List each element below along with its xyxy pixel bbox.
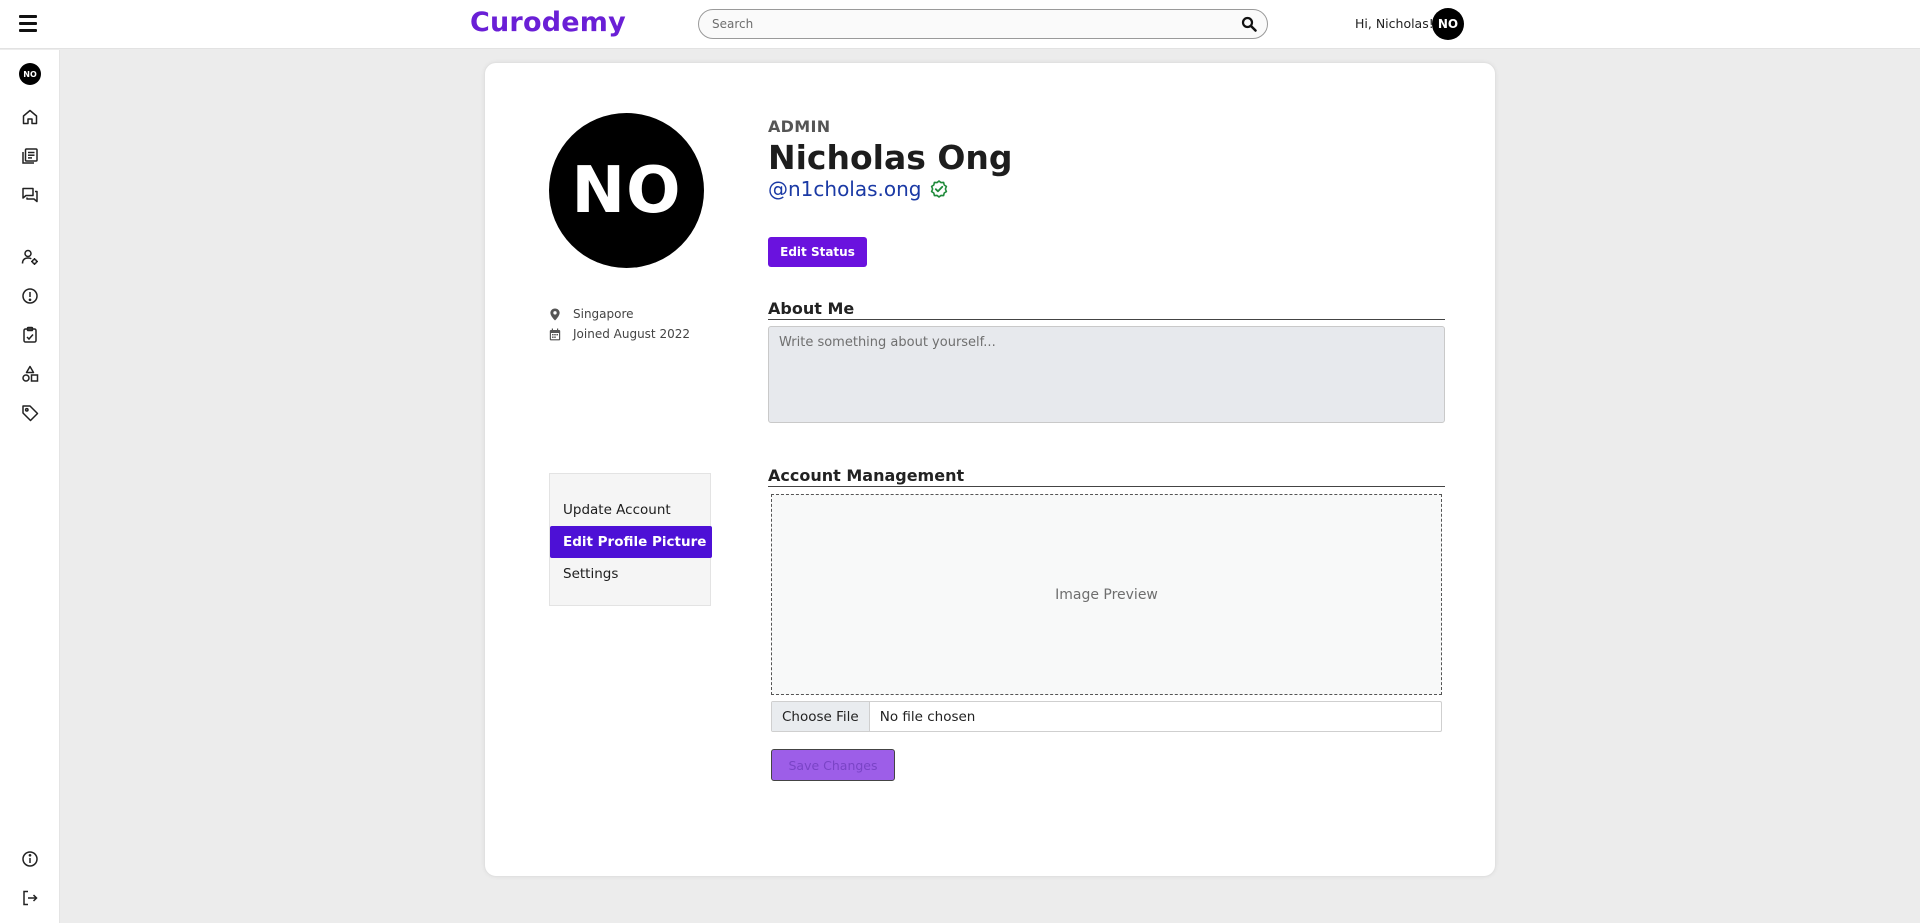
- info-icon[interactable]: [21, 850, 39, 868]
- courses-icon[interactable]: [21, 147, 39, 165]
- verified-icon: [930, 180, 947, 198]
- user-handle: @n1cholas.ong: [768, 177, 922, 201]
- forum-icon[interactable]: [21, 186, 39, 204]
- alert-icon[interactable]: [21, 287, 39, 305]
- joined-row: Joined August 2022: [549, 327, 690, 341]
- user-full-name: Nicholas Ong: [768, 138, 1013, 177]
- about-me-heading: About Me: [768, 299, 1445, 320]
- profile-card: NO Singapore Joined August 2022 ADMIN Ni…: [484, 62, 1496, 877]
- user-role: ADMIN: [768, 117, 831, 136]
- tag-icon[interactable]: [21, 404, 39, 422]
- user-avatar[interactable]: NO: [1432, 8, 1464, 40]
- sidebar-avatar[interactable]: NO: [19, 63, 41, 85]
- user-handle-row: @n1cholas.ong: [768, 177, 948, 201]
- sidebar: NO: [0, 50, 60, 923]
- calendar-icon: [549, 328, 561, 340]
- search-icon[interactable]: [1241, 16, 1257, 32]
- user-settings-icon[interactable]: [21, 248, 39, 266]
- brand-logo[interactable]: Curodemy: [470, 7, 626, 38]
- home-icon[interactable]: [21, 108, 39, 126]
- logout-icon[interactable]: [21, 889, 39, 907]
- user-greeting: Hi, Nicholas!: [1355, 16, 1434, 31]
- menu-icon[interactable]: [19, 15, 37, 32]
- image-preview: Image Preview: [771, 494, 1442, 695]
- shapes-icon[interactable]: [21, 365, 39, 383]
- edit-status-button[interactable]: Edit Status: [768, 237, 867, 267]
- location-text: Singapore: [573, 307, 634, 321]
- file-status: No file chosen: [879, 708, 976, 725]
- account-menu: Update Account Edit Profile Picture Sett…: [549, 473, 712, 606]
- joined-text: Joined August 2022: [573, 327, 690, 341]
- menu-item-update-account[interactable]: Update Account: [550, 494, 712, 526]
- menu-item-edit-profile-picture[interactable]: Edit Profile Picture: [550, 526, 712, 558]
- location-row: Singapore: [549, 307, 634, 321]
- save-changes-button[interactable]: Save Changes: [771, 749, 895, 781]
- choose-file-button[interactable]: Choose File: [772, 702, 870, 731]
- file-input[interactable]: Choose File No file chosen: [771, 701, 1442, 732]
- top-bar: Curodemy Hi, Nicholas! NO: [0, 0, 1920, 49]
- search-input[interactable]: [699, 10, 1229, 38]
- search-bar: [698, 9, 1268, 39]
- clipboard-icon[interactable]: [21, 326, 39, 344]
- profile-avatar: NO: [549, 113, 704, 268]
- account-management-heading: Account Management: [768, 466, 1445, 487]
- menu-item-settings[interactable]: Settings: [550, 558, 712, 590]
- location-pin-icon: [550, 307, 560, 321]
- image-preview-label: Image Preview: [1055, 586, 1158, 603]
- about-me-textarea[interactable]: [768, 326, 1445, 423]
